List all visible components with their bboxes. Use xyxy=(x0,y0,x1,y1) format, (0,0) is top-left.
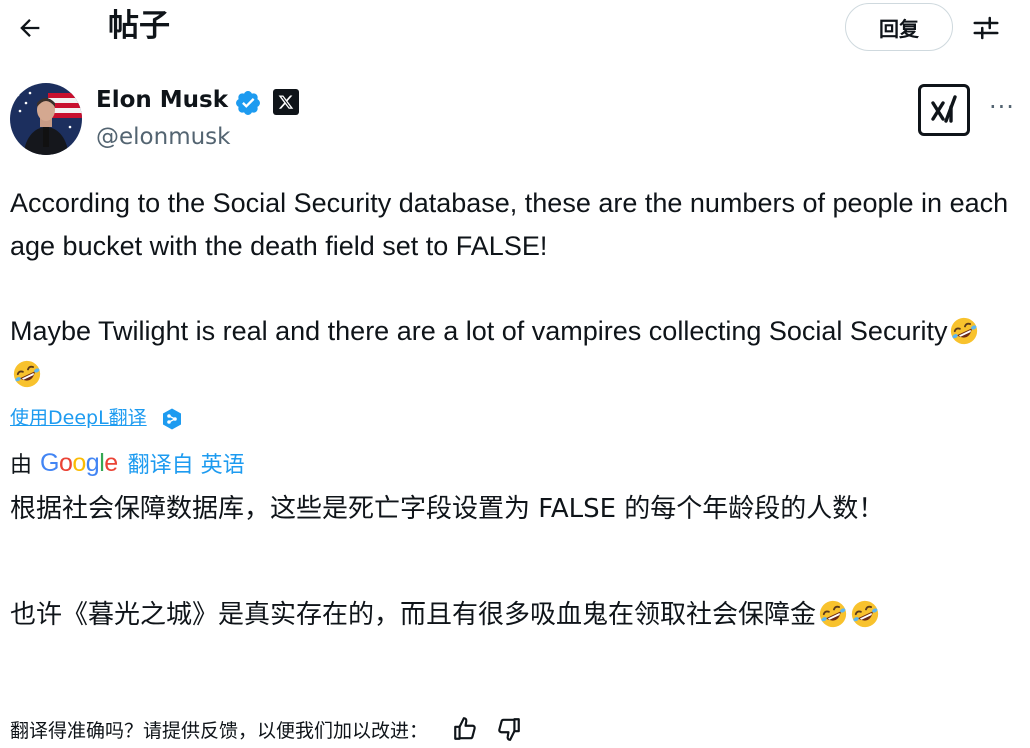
laughing-emoji-icon xyxy=(13,360,41,388)
laughing-emoji-icon xyxy=(951,317,978,345)
translation-feedback: 翻译得准确吗？请提供反馈，以便我们加以改进： xyxy=(10,712,526,746)
thumbs-down-button[interactable] xyxy=(492,712,526,746)
reply-button[interactable]: 回复 xyxy=(845,3,953,51)
laughing-emoji-icon xyxy=(819,600,847,628)
avatar[interactable] xyxy=(10,83,82,155)
google-translate-attribution: 由 Google 翻译自 英语 xyxy=(10,447,245,479)
filter-button[interactable] xyxy=(966,10,1006,46)
deepl-translate-link[interactable]: 使用DeepL翻译 xyxy=(10,404,147,432)
tweet-paragraph-2: Maybe Twilight is real and there are a l… xyxy=(10,310,1010,396)
deepl-icon xyxy=(163,408,181,430)
x-logo-icon xyxy=(273,89,299,115)
tweet-paragraph-2-text: Maybe Twilight is real and there are a l… xyxy=(10,316,948,346)
more-options-button[interactable]: ··· xyxy=(984,92,1020,122)
google-prefix: 由 xyxy=(10,453,33,478)
translated-paragraph-2: 也许《暮光之城》是真实存在的，而且有很多吸血鬼在领取社会保障金 xyxy=(10,596,1000,634)
thumbs-down-icon xyxy=(498,718,520,741)
arrow-left-icon xyxy=(20,19,40,37)
sliders-icon xyxy=(973,16,999,40)
google-logo: Google xyxy=(40,448,118,477)
back-button[interactable] xyxy=(12,10,48,46)
tweet-paragraph-1: According to the Social Security databas… xyxy=(10,188,1009,261)
translated-paragraph-1: 根据社会保障数据库，这些是死亡字段设置为 FALSE 的每个年龄段的人数！ xyxy=(10,494,885,524)
author-name[interactable]: Elon Musk xyxy=(96,84,228,116)
verified-badge-icon xyxy=(236,91,260,115)
grok-button[interactable] xyxy=(918,84,970,136)
thumbs-up-button[interactable] xyxy=(448,712,482,746)
translated-paragraph-2-text: 也许《暮光之城》是真实存在的，而且有很多吸血鬼在领取社会保障金 xyxy=(10,600,817,630)
author-handle[interactable]: @elonmusk xyxy=(96,121,230,153)
page-title: 帖子 xyxy=(108,8,170,44)
grok-icon xyxy=(931,95,957,123)
thumbs-up-icon xyxy=(454,717,476,740)
feedback-prompt: 翻译得准确吗？请提供反馈，以便我们加以改进： xyxy=(10,719,429,742)
avatar-image xyxy=(10,83,82,155)
post-page: 帖子 回复 Elon Musk @elonmusk ··· According … xyxy=(0,0,1030,748)
translated-from-label[interactable]: 翻译自 英语 xyxy=(128,447,245,479)
laughing-emoji-icon xyxy=(851,600,879,628)
